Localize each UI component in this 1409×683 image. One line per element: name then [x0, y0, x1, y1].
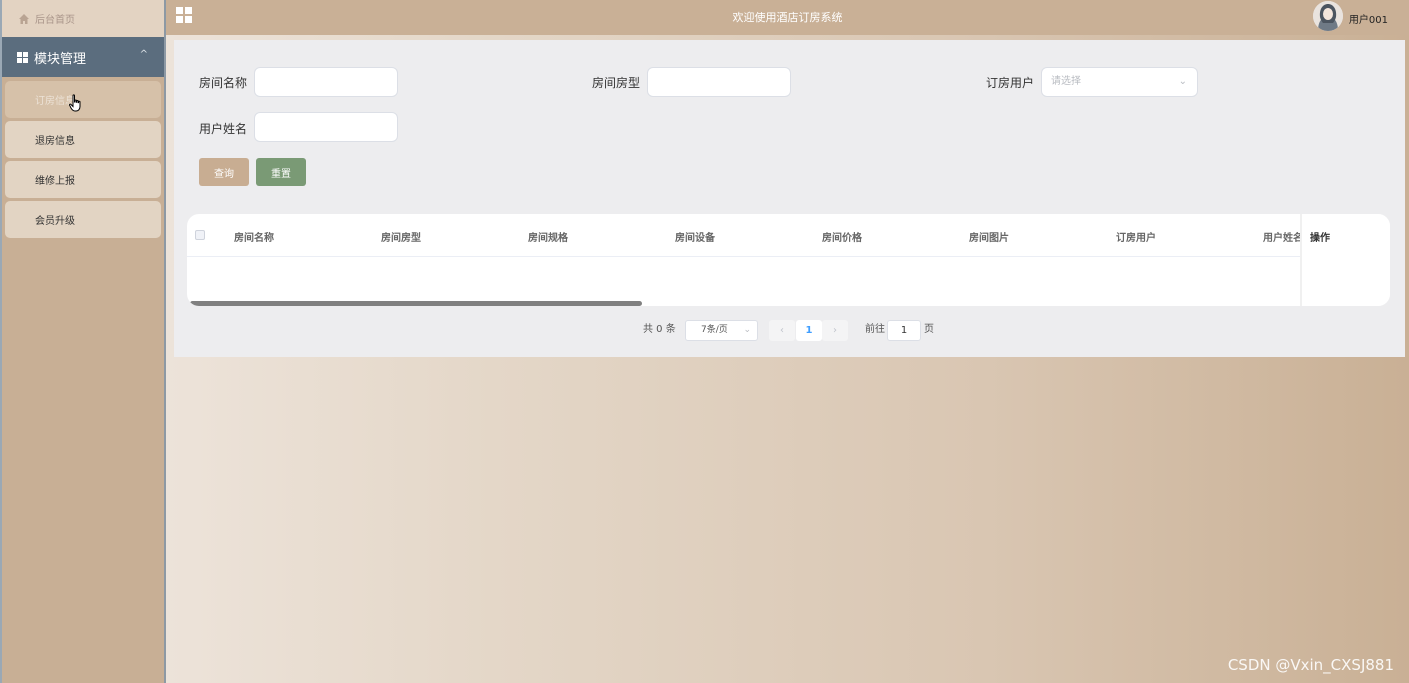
- username[interactable]: 用户001: [1349, 11, 1388, 26]
- select-all-checkbox[interactable]: [195, 230, 205, 240]
- sidebar-module-header[interactable]: 模块管理 ^: [2, 37, 164, 77]
- data-table: 房间名称 房间房型 房间规格 房间设备 房间价格 房间图片 订房用户 用户姓名 …: [187, 214, 1390, 306]
- sidebar-item-label: 维修上报: [35, 176, 75, 187]
- room-name-label: 房间名称: [199, 76, 248, 90]
- home-icon: [18, 13, 30, 25]
- main-panel: 房间名称 房间房型 订房用户 请选择 ⌄ 用户姓名 查询 重置 房间名称 房间房…: [174, 40, 1405, 357]
- user-name-label: 用户姓名: [199, 122, 248, 136]
- booking-user-placeholder: 请选择: [1051, 76, 1081, 87]
- column-header-room-equipment[interactable]: 房间设备: [675, 229, 715, 244]
- column-header-room-spec[interactable]: 房间规格: [528, 229, 568, 244]
- room-type-input[interactable]: [647, 67, 791, 97]
- page-suffix: 页: [924, 324, 934, 335]
- reset-button[interactable]: 重置: [256, 158, 306, 186]
- watermark: CSDN @Vxin_CXSJ881: [1227, 656, 1394, 674]
- column-header-room-image[interactable]: 房间图片: [969, 229, 1009, 244]
- chevron-down-icon: ⌄: [743, 325, 751, 335]
- room-type-label: 房间房型: [592, 76, 641, 90]
- sidebar-item-checkout[interactable]: 退房信息: [5, 121, 161, 158]
- chevron-up-icon: ^: [139, 49, 148, 60]
- sidebar-item-label: 会员升级: [35, 216, 75, 227]
- page-number-current[interactable]: 1: [796, 320, 822, 341]
- column-header-user-name[interactable]: 用户姓名: [1263, 229, 1303, 244]
- chevron-down-icon: ⌄: [1178, 76, 1187, 87]
- sidebar-item-booking[interactable]: 订房信息: [5, 81, 161, 118]
- user-name-input[interactable]: [254, 112, 398, 142]
- sidebar-item-repair[interactable]: 维修上报: [5, 161, 161, 198]
- sidebar-item-home[interactable]: 后台首页: [2, 0, 164, 37]
- page-title: 欢迎使用酒店订房系统: [732, 11, 843, 24]
- grid-icon: [17, 51, 28, 63]
- sidebar: 后台首页 模块管理 ^ 订房信息 退房信息 维修上报 会员升级: [0, 0, 166, 683]
- prev-page-button[interactable]: ‹: [769, 320, 795, 341]
- search-button[interactable]: 查询: [199, 158, 249, 186]
- booking-user-label: 订房用户: [986, 76, 1035, 90]
- goto-page-input[interactable]: 1: [887, 320, 921, 341]
- pagination-total: 共 0 条: [643, 324, 676, 335]
- goto-label: 前往: [865, 324, 885, 335]
- column-header-room-price[interactable]: 房间价格: [822, 229, 862, 244]
- room-name-input[interactable]: [254, 67, 398, 97]
- hand-cursor-icon: [69, 94, 81, 112]
- page-size-value: 7条/页: [701, 325, 728, 335]
- column-header-room-type[interactable]: 房间房型: [381, 229, 421, 244]
- column-header-room-name[interactable]: 房间名称: [234, 229, 274, 244]
- next-page-button[interactable]: ›: [822, 320, 848, 341]
- table-header: 房间名称 房间房型 房间规格 房间设备 房间价格 房间图片 订房用户 用户姓名: [187, 214, 1390, 257]
- action-column: 操作: [1300, 214, 1390, 306]
- top-bar: 欢迎使用酒店订房系统 用户001: [166, 0, 1409, 35]
- page-size-select[interactable]: 7条/页 ⌄: [685, 320, 758, 341]
- sidebar-item-label: 退房信息: [35, 136, 75, 147]
- column-header-actions: 操作: [1310, 233, 1330, 244]
- sidebar-item-member-upgrade[interactable]: 会员升级: [5, 201, 161, 238]
- horizontal-scrollbar[interactable]: [190, 301, 642, 306]
- column-header-booking-user[interactable]: 订房用户: [1116, 229, 1156, 244]
- sidebar-home-label: 后台首页: [35, 15, 75, 26]
- avatar[interactable]: [1313, 1, 1343, 31]
- sidebar-module-label: 模块管理: [34, 51, 87, 67]
- booking-user-select[interactable]: 请选择 ⌄: [1041, 67, 1198, 97]
